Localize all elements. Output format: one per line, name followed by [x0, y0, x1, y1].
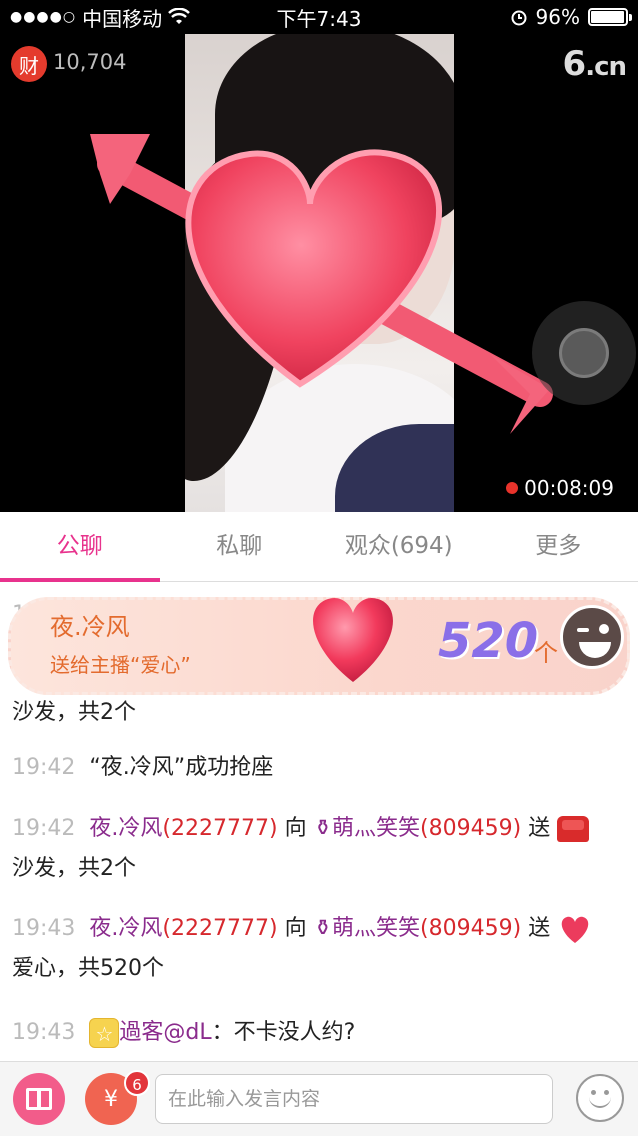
gift-box-icon: [26, 1088, 52, 1110]
chat-input[interactable]: [155, 1074, 553, 1124]
tab-private-chat[interactable]: 私聊: [160, 512, 320, 581]
signal-strength-icon: ●●●●○: [10, 9, 77, 25]
heart-gift-icon: [313, 597, 393, 682]
chat-username[interactable]: 夜.冷风: [89, 916, 162, 941]
wifi-icon: [168, 8, 190, 24]
wink-emoji-icon: [560, 605, 624, 669]
level-icon: ⚱: [313, 816, 333, 841]
heart-gift-icon: [561, 916, 589, 943]
chat-message: 19:42 “夜.冷风”成功抢座: [12, 755, 274, 780]
chat-message: 19:43 ☆ 過客@dL：不卡没人约?: [12, 1018, 356, 1048]
chat-username[interactable]: 夜.冷风: [89, 816, 162, 841]
live-timer: 00:08:09: [506, 476, 614, 500]
bottom-input-bar: ¥ 6: [0, 1061, 638, 1136]
gift-count: 520: [438, 613, 539, 669]
coin-count: 10,704: [53, 50, 127, 74]
tab-public-chat[interactable]: 公聊: [0, 512, 160, 582]
chat-tabs: 公聊 私聊 观众(694) 更多: [0, 512, 638, 582]
recording-dot-icon: [506, 482, 519, 494]
chat-message: 19:43 夜.冷风(2227777) 向 ⚱萌灬笑笑(809459) 送 爱心，…: [12, 909, 622, 989]
emoji-button[interactable]: [576, 1074, 624, 1122]
status-bar: ●●●●○ 中国移动 下午7:43 96%: [0, 0, 638, 34]
tab-more[interactable]: 更多: [479, 512, 638, 581]
guest-star-icon: ☆: [89, 1018, 120, 1048]
chat-username[interactable]: 過客@dL: [119, 1020, 211, 1045]
gift-sender-name: 夜.冷风: [50, 613, 130, 641]
chat-target-username[interactable]: 萌灬笑笑: [332, 816, 420, 841]
yuan-icon: ¥: [104, 1086, 118, 1112]
gift-description: 送给主播“爱心”: [50, 653, 191, 677]
carrier-name: 中国移动: [82, 6, 163, 31]
heart-arrow-gift-animation: [90, 134, 553, 434]
coin-icon: 财: [11, 46, 47, 82]
battery-percent: 96%: [535, 5, 580, 29]
chat-message-continuation: 沙发，共2个: [12, 700, 136, 725]
site-logo: 6.cn: [562, 44, 627, 84]
chat-message: 19:42 夜.冷风(2227777) 向 ⚱萌灬笑笑(809459) 送 沙发，…: [12, 809, 622, 889]
tab-audience[interactable]: 观众(694): [319, 512, 479, 581]
chat-target-username[interactable]: 萌灬笑笑: [332, 916, 420, 941]
level-icon: ⚱: [313, 916, 333, 941]
gift-notification-banner: 夜.冷风 送给主播“爱心” 520 个: [8, 597, 630, 695]
record-button[interactable]: [532, 301, 636, 405]
gift-button[interactable]: [13, 1073, 65, 1125]
alarm-icon: [511, 10, 527, 26]
sofa-gift-icon: [557, 816, 590, 842]
red-packet-badge: 6: [124, 1070, 150, 1096]
battery-icon: [588, 8, 632, 26]
gift-unit: 个: [534, 639, 558, 667]
live-video[interactable]: 财 10,704 6.cn 00:08:09: [0, 34, 638, 512]
